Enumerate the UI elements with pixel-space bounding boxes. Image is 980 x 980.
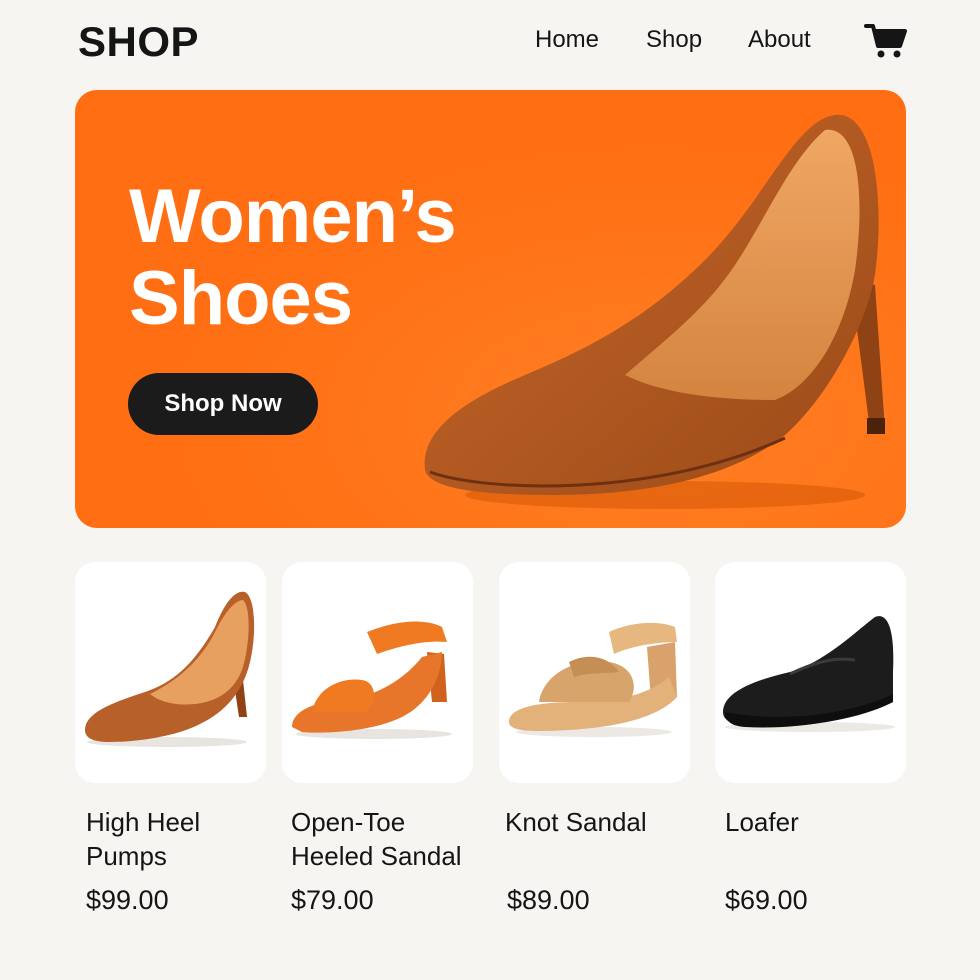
product-name-line1: High Heel <box>86 807 201 837</box>
site-logo[interactable]: SHOP <box>78 18 199 66</box>
product-image-knot-sandal[interactable] <box>499 562 690 783</box>
product-name[interactable]: Knot Sandal <box>505 805 647 839</box>
shop-now-button[interactable]: Shop Now <box>128 373 318 435</box>
sandal-icon <box>292 621 452 739</box>
nav-shop[interactable]: Shop <box>646 26 702 54</box>
product-price: $69.00 <box>725 885 808 915</box>
hero-title-line2: Shoes <box>129 256 353 341</box>
hero-banner: Women’s Shoes Shop Now <box>75 90 906 528</box>
hero-pump-image <box>405 100 905 520</box>
pump-icon <box>85 591 255 747</box>
product-name-line1: Knot Sandal <box>505 807 647 837</box>
product-image-high-heel-pumps[interactable] <box>75 562 266 783</box>
product-name[interactable]: Loafer <box>725 805 799 839</box>
nav-about[interactable]: About <box>748 26 811 54</box>
product-name-line2: Pumps <box>86 841 167 871</box>
product-name[interactable]: High Heel Pumps <box>86 805 200 873</box>
product-name[interactable]: Open-Toe Heeled Sandal <box>291 805 462 873</box>
product-price: $89.00 <box>507 885 590 915</box>
product-image-open-toe-heeled-sandal[interactable] <box>282 562 473 783</box>
product-name-line2: Heeled Sandal <box>291 841 462 871</box>
product-name-line1: Loafer <box>725 807 799 837</box>
product-name-line1: Open-Toe <box>291 807 406 837</box>
product-image-loafer[interactable] <box>715 562 906 783</box>
product-price: $99.00 <box>86 885 169 915</box>
nav-home[interactable]: Home <box>535 26 599 54</box>
shopping-cart-icon[interactable] <box>864 20 908 60</box>
product-price: $79.00 <box>291 885 374 915</box>
knot-sandal-icon <box>509 622 677 737</box>
loafer-icon <box>723 616 895 732</box>
